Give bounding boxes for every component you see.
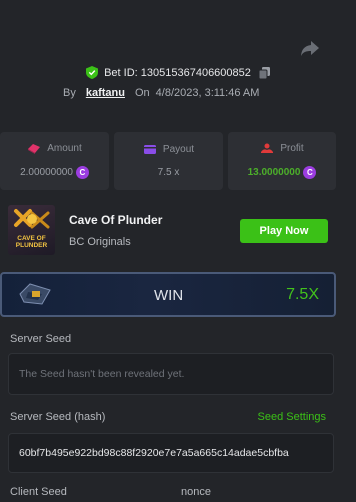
stat-payout-value: 7.5 x <box>157 167 180 178</box>
bet-id-row: Bet ID: 130515367406600852 <box>0 66 356 79</box>
seed-settings-link[interactable]: Seed Settings <box>258 411 327 423</box>
by-label: By <box>63 87 76 99</box>
profit-icon <box>261 143 274 153</box>
game-provider: BC Originals <box>69 235 131 248</box>
coins-icon <box>28 144 41 154</box>
client-seed-label: Client Seed <box>10 486 67 498</box>
server-hash-value: 60bf7b495e922bd98c88f2920e7e7a5a665c14ad… <box>19 447 289 459</box>
server-seed-value: The Seed hasn't been revealed yet. <box>19 368 185 380</box>
on-label: On <box>134 87 150 99</box>
bet-stats: Amount 2.00000000 C Payout 7.5 x Profit <box>0 132 356 190</box>
result-multiplier: 7.5X <box>286 286 319 303</box>
stat-amount: Amount 2.00000000 C <box>0 132 109 190</box>
bet-datetime: 4/8/2023, 3:11:46 AM <box>155 87 260 99</box>
game-thumb-text-1: CAVE OF <box>17 235 46 242</box>
coin-icon: C <box>303 166 317 179</box>
game-title[interactable]: Cave Of Plunder <box>69 213 162 227</box>
stat-amount-label: Amount <box>47 143 82 154</box>
copy-icon[interactable] <box>258 66 270 79</box>
stat-payout: Payout 7.5 x <box>114 132 223 190</box>
share-icon[interactable] <box>300 40 320 58</box>
game-row: CAVE OF PLUNDER Cave Of Plunder BC Origi… <box>8 205 334 255</box>
server-seed-field: The Seed hasn't been revealed yet. <box>8 353 334 395</box>
username-link[interactable]: kaftanu <box>86 87 125 99</box>
bet-id-text: Bet ID: 130515367406600852 <box>104 66 251 79</box>
stat-payout-label: Payout <box>162 144 195 155</box>
server-hash-label: Server Seed (hash) <box>10 411 106 423</box>
game-thumbnail[interactable]: CAVE OF PLUNDER <box>8 205 55 255</box>
server-hash-field[interactable]: 60bf7b495e922bd98c88f2920e7e7a5a665c14ad… <box>8 433 334 473</box>
server-seed-label: Server Seed <box>10 333 72 345</box>
coin-icon: C <box>75 166 89 179</box>
game-thumb-text-2: PLUNDER <box>15 242 48 249</box>
stat-profit-value: 13.0000000 <box>247 167 301 178</box>
nonce-label: nonce <box>181 486 211 498</box>
play-now-button[interactable]: Play Now <box>240 219 328 243</box>
wallet-icon <box>143 145 156 154</box>
result-banner: WIN 7.5X <box>0 272 336 317</box>
stat-amount-value: 2.00000000 <box>20 167 73 178</box>
stat-profit: Profit 13.0000000 C <box>228 132 336 190</box>
result-label: WIN <box>154 287 184 304</box>
stat-profit-label: Profit <box>280 143 304 154</box>
bet-author-row: By kaftanu On 4/8/2023, 3:11:46 AM <box>63 87 259 99</box>
verified-shield-icon <box>86 66 99 79</box>
treasure-map-icon <box>19 283 51 305</box>
